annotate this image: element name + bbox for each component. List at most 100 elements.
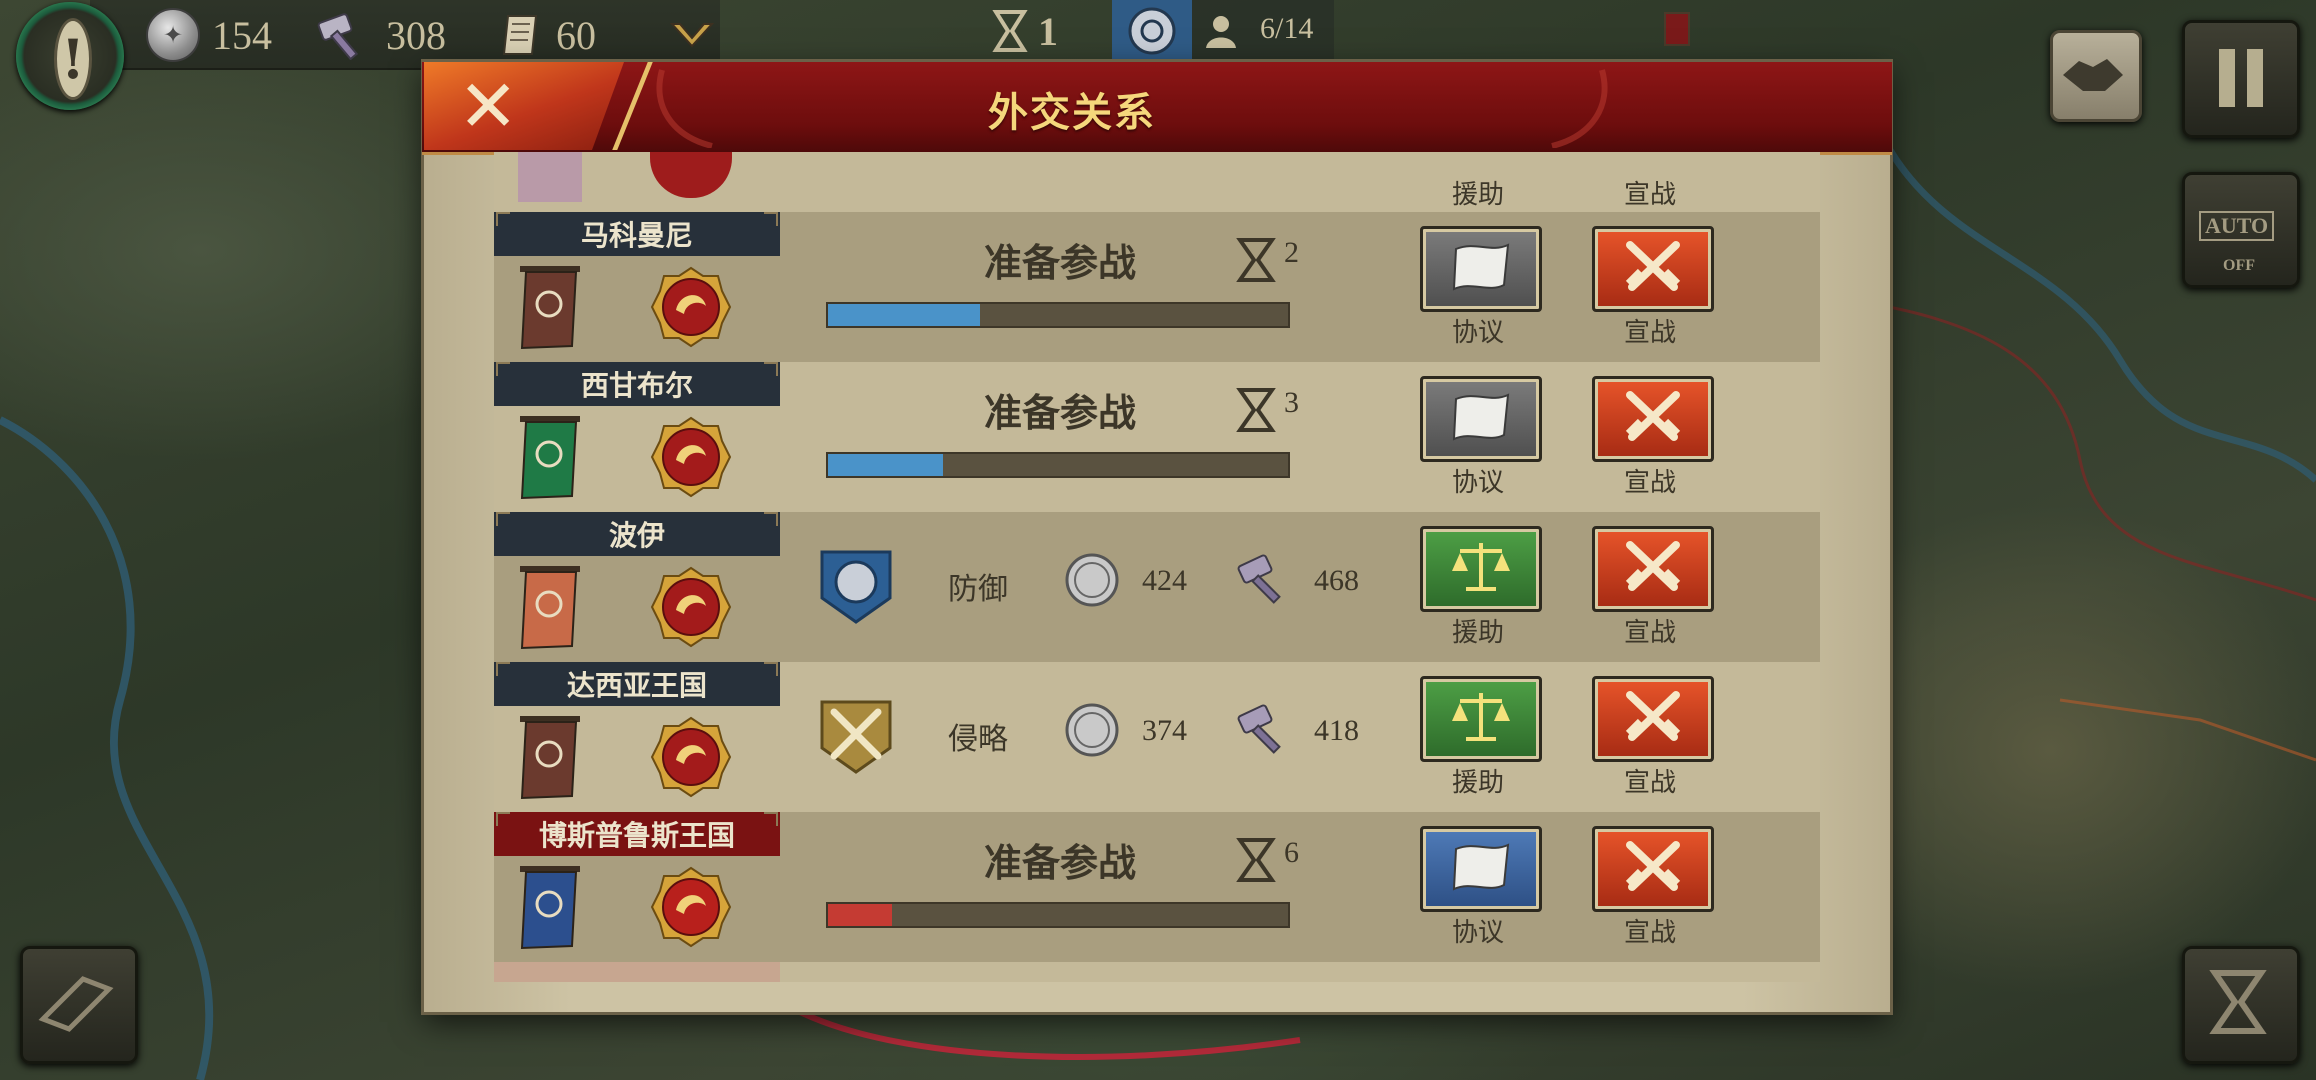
treaty-button[interactable]: [1420, 826, 1542, 912]
diplomacy-handshake-button[interactable]: [2050, 30, 2142, 122]
faction-name: 波伊: [494, 512, 780, 556]
treaty-button[interactable]: [1420, 376, 1542, 462]
faction-banner-icon: [520, 266, 580, 350]
exclamation-icon: !: [54, 18, 92, 100]
declare-war-button[interactable]: [1592, 376, 1714, 462]
declare-war-label: 宣战: [1623, 768, 1676, 798]
emblem-icon: [650, 152, 732, 198]
map-flag[interactable]: [1664, 12, 1690, 46]
scales-icon: [1446, 537, 1516, 601]
war-preparation-progress: [826, 902, 1290, 928]
crossed-swords-icon: [1618, 237, 1688, 301]
status-label: 准备参战: [984, 391, 1137, 435]
scroll-menu-button[interactable]: [20, 946, 138, 1064]
turn-counter: 1: [990, 4, 1058, 58]
turns-value: 3: [1284, 386, 1299, 419]
dragon-emblem-icon: [650, 416, 732, 498]
silver-coin-icon: [1065, 703, 1119, 757]
silver-value: 154: [212, 12, 272, 58]
faction-banner-icon: [520, 716, 580, 800]
scales-icon: [1446, 687, 1516, 751]
banner-icon: [518, 152, 582, 202]
crossed-swords-icon: [1618, 687, 1688, 751]
faction-row: 西甘布尔 准备参战 3 协议 宣战: [494, 362, 1820, 512]
turns-value: 6: [1284, 836, 1299, 869]
dragon-emblem-icon: [650, 566, 732, 648]
hourglass-icon: [1236, 238, 1276, 282]
crossed-swords-icon: [820, 700, 892, 774]
progress-fill: [828, 904, 893, 926]
hourglass-icon: [1236, 388, 1276, 432]
faction-banner-icon: [520, 566, 580, 650]
treaty-button-label: 协议: [1451, 468, 1504, 498]
turn-value: 1: [1038, 8, 1058, 54]
hourglass-icon: [2209, 970, 2267, 1034]
shield-icon: [820, 550, 892, 624]
declare-war-button[interactable]: [1592, 826, 1714, 912]
declare-war-button[interactable]: [1592, 526, 1714, 612]
treaty-button[interactable]: [1420, 226, 1542, 312]
faction-name: 西甘布尔: [494, 362, 780, 406]
stance-label: 侵略: [948, 722, 1008, 757]
silver-resource: ✦ 154: [146, 6, 272, 64]
faction-row: 博斯普鲁斯王国 准备参战 6 协议 宣战: [494, 812, 1820, 962]
hammer-value: 418: [1314, 714, 1359, 747]
declare-war-button[interactable]: [1592, 676, 1714, 762]
scroll-icon: [1446, 237, 1516, 301]
hammer-icon: [317, 13, 359, 60]
crossed-swords-icon: [1618, 837, 1688, 901]
hourglass-icon: [1236, 838, 1276, 882]
top-resource-bar: ! ✦ 154 308 60 1 6/14: [0, 0, 1334, 110]
chevron-down-icon[interactable]: [668, 16, 716, 56]
crossed-swords-icon: [1618, 387, 1688, 451]
close-icon: ✕: [458, 64, 519, 148]
faction-row: 波伊 防御 424 468 援助 宣战: [494, 512, 1820, 662]
treaty-button-label: 协议: [1451, 918, 1504, 948]
person-icon: [1206, 16, 1236, 48]
faction-name: 马科曼尼: [494, 212, 780, 256]
war-preparation-progress: [826, 452, 1290, 478]
hourglass-icon: [992, 10, 1028, 52]
declare-war-label: 宣战: [1623, 180, 1676, 210]
population-value: 6/14: [1260, 12, 1314, 45]
status-label: 准备参战: [984, 241, 1137, 285]
population-display: 6/14: [1112, 0, 1334, 62]
pause-button[interactable]: [2182, 20, 2300, 138]
partial-row-top: 援助 宣战: [494, 152, 1820, 212]
diplomacy-dialog: 外交关系 ✕ 援助 宣战 马科曼尼 准备参战 2 协议 宣战 西甘布尔 准备参战…: [422, 62, 1892, 1012]
crossed-swords-icon: [1618, 537, 1688, 601]
hammer-resource: 308: [316, 6, 446, 64]
aid-button[interactable]: [1420, 676, 1542, 762]
aid-label: 援助: [1451, 180, 1504, 210]
progress-fill: [828, 454, 943, 476]
name-bar: [494, 962, 780, 982]
faction-name: 达西亚王国: [494, 662, 780, 706]
scroll-icon: [38, 976, 114, 1032]
faction-shield-icon: [1112, 0, 1192, 62]
silver-coin-icon: [1065, 553, 1119, 607]
scroll-value: 60: [556, 12, 596, 58]
end-turn-button[interactable]: [2182, 946, 2300, 1064]
auto-label: AUTO: [2199, 211, 2275, 241]
scroll-icon: [502, 15, 538, 55]
stance-label: 防御: [948, 572, 1008, 607]
aid-button[interactable]: [1420, 526, 1542, 612]
handshake-icon: [2063, 59, 2123, 91]
scroll-icon: [1446, 387, 1516, 451]
declare-war-label: 宣战: [1623, 918, 1676, 948]
auto-battle-button[interactable]: AUTO OFF: [2182, 172, 2300, 288]
hammer-icon: [1237, 554, 1281, 604]
declare-war-label: 宣战: [1623, 318, 1676, 348]
faction-banner-icon: [520, 416, 580, 500]
hammer-icon: [1237, 704, 1281, 754]
alert-button[interactable]: !: [16, 2, 124, 110]
scroll-icon: [1446, 837, 1516, 901]
dragon-emblem-icon: [650, 716, 732, 798]
declare-war-button[interactable]: [1592, 226, 1714, 312]
silver-value: 374: [1142, 714, 1187, 747]
hammer-value: 308: [386, 12, 446, 58]
diplomacy-list[interactable]: 援助 宣战 马科曼尼 准备参战 2 协议 宣战 西甘布尔 准备参战 3 协议 宣…: [494, 152, 1820, 986]
dragon-emblem-icon: [650, 266, 732, 348]
faction-name: 博斯普鲁斯王国: [494, 812, 780, 856]
silver-value: 424: [1142, 564, 1187, 597]
